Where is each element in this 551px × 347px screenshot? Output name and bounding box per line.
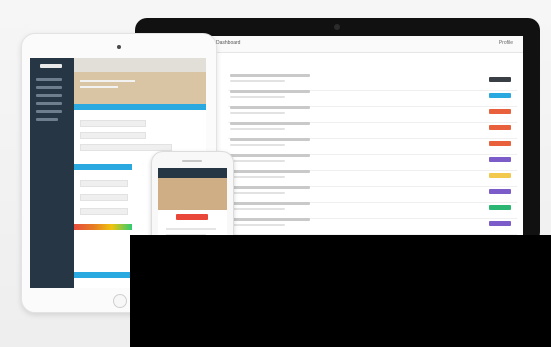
task-subtitle — [230, 80, 285, 82]
task-subtitle — [230, 128, 285, 130]
task-subtitle — [230, 192, 285, 194]
status-badge — [489, 173, 511, 178]
task-title — [230, 170, 310, 173]
sidebar — [30, 58, 74, 288]
task-subtitle — [230, 160, 285, 162]
section-strip — [74, 272, 132, 278]
task-row[interactable] — [228, 216, 517, 235]
progress-meter — [74, 224, 132, 230]
sidebar-item[interactable] — [36, 102, 62, 105]
phone-topbar — [158, 168, 227, 178]
home-button[interactable] — [113, 294, 127, 308]
status-badge — [489, 109, 511, 114]
task-subtitle — [230, 112, 285, 114]
section-strip — [74, 104, 206, 110]
phone-hero — [158, 178, 227, 210]
phone-cta-button[interactable] — [176, 214, 208, 220]
sidebar-item[interactable] — [36, 94, 62, 97]
task-title — [230, 122, 310, 125]
task-subtitle — [230, 176, 285, 178]
form-field[interactable] — [80, 180, 128, 187]
sidebar-item[interactable] — [36, 86, 62, 89]
user-menu[interactable]: Profile — [499, 40, 513, 46]
status-badge — [489, 189, 511, 194]
sidebar-item[interactable] — [36, 78, 62, 81]
task-title — [230, 186, 310, 189]
form-field[interactable] — [80, 194, 128, 201]
section-strip — [74, 164, 132, 170]
form-field[interactable] — [80, 132, 146, 139]
status-badge — [489, 125, 511, 130]
text-line — [166, 228, 216, 230]
form-field[interactable] — [80, 208, 128, 215]
form-field[interactable] — [80, 120, 146, 127]
task-title — [230, 90, 310, 93]
task-title — [230, 138, 310, 141]
hero-line — [80, 86, 118, 88]
status-badge — [489, 221, 511, 226]
status-badge — [489, 77, 511, 82]
status-badge — [489, 205, 511, 210]
redaction-box — [130, 235, 551, 347]
hero-banner — [74, 72, 206, 108]
app-title: Dashboard — [216, 40, 241, 46]
camera-icon — [334, 24, 340, 30]
task-subtitle — [230, 224, 285, 226]
task-subtitle — [230, 144, 285, 146]
task-subtitle — [230, 208, 285, 210]
task-title — [230, 106, 310, 109]
hero-line — [80, 80, 135, 82]
status-badge — [489, 141, 511, 146]
form-field[interactable] — [80, 144, 172, 151]
task-title — [230, 218, 310, 221]
camera-icon — [117, 45, 121, 49]
sidebar-item[interactable] — [36, 110, 62, 113]
task-title — [230, 202, 310, 205]
logo — [40, 64, 62, 68]
status-badge — [489, 93, 511, 98]
status-badge — [489, 157, 511, 162]
task-title — [230, 74, 310, 77]
task-subtitle — [230, 96, 285, 98]
speaker — [182, 160, 202, 162]
task-title — [230, 154, 310, 157]
sidebar-item[interactable] — [36, 118, 58, 121]
tablet-topbar — [74, 58, 206, 72]
